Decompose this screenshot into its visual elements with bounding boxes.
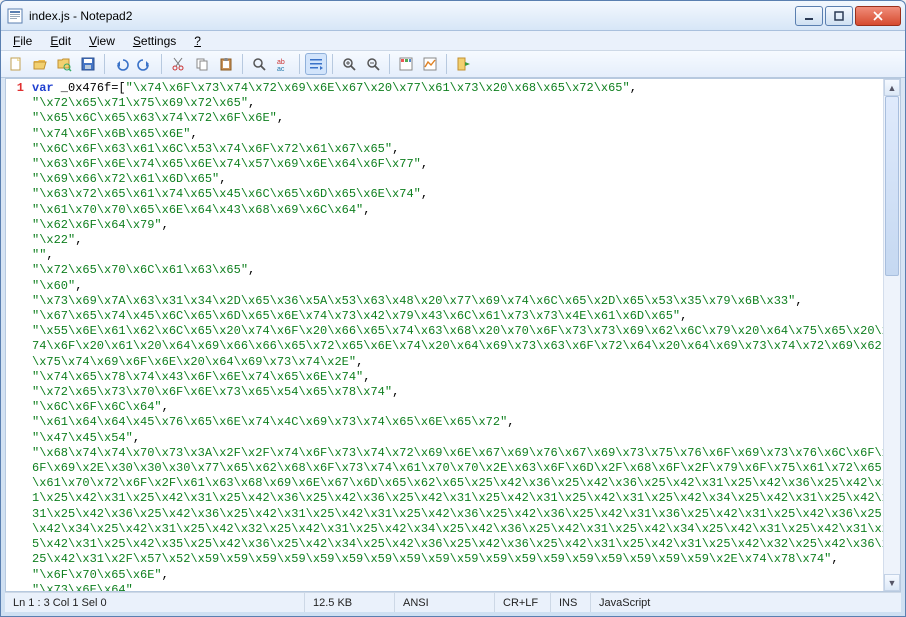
status-encoding[interactable]: ANSI (395, 593, 495, 612)
editor-area[interactable]: 1 var _0x476f=["\x74\x6F\x73\x74\x72\x69… (5, 78, 901, 592)
minimize-button[interactable] (795, 6, 823, 26)
code-content[interactable]: var _0x476f=["\x74\x6F\x73\x74\x72\x69\x… (28, 79, 900, 591)
paste-button[interactable] (215, 53, 237, 75)
scroll-down-button[interactable]: ▼ (884, 574, 900, 591)
exit-button[interactable] (452, 53, 474, 75)
scroll-track[interactable] (884, 96, 900, 574)
toolbar-sep-3 (242, 54, 243, 74)
scheme-button[interactable] (395, 53, 417, 75)
toolbar-sep-7 (446, 54, 447, 74)
vertical-scrollbar[interactable]: ▲ ▼ (883, 79, 900, 591)
find-button[interactable] (248, 53, 270, 75)
toolbar: abac (1, 51, 905, 78)
zoomin-button[interactable] (338, 53, 360, 75)
new-button[interactable] (5, 53, 27, 75)
status-language[interactable]: JavaScript (591, 593, 901, 612)
menubar: File Edit View Settings ? (1, 31, 905, 51)
close-button[interactable] (855, 6, 901, 26)
toolbar-sep-1 (104, 54, 105, 74)
svg-text:ab: ab (277, 59, 285, 66)
menu-view[interactable]: View (81, 33, 123, 49)
menu-edit[interactable]: Edit (42, 33, 79, 49)
titlebar: index.js - Notepad2 (1, 1, 905, 31)
toolbar-sep-4 (299, 54, 300, 74)
app-window: index.js - Notepad2 File Edit View Setti… (0, 0, 906, 617)
statusbar: Ln 1 : 3 Col 1 Sel 0 12.5 KB ANSI CR+LF … (5, 592, 901, 612)
customize-button[interactable] (419, 53, 441, 75)
maximize-button[interactable] (825, 6, 853, 26)
menu-view-rest: iew (97, 34, 115, 48)
open-button[interactable] (29, 53, 51, 75)
menu-settings-rest: ettings (141, 34, 176, 48)
status-position: Ln 1 : 3 Col 1 Sel 0 (5, 593, 305, 612)
menu-edit-rest: dit (58, 34, 71, 48)
undo-button[interactable] (110, 53, 132, 75)
scroll-thumb[interactable] (885, 96, 899, 276)
wordwrap-button[interactable] (305, 53, 327, 75)
window-buttons (795, 6, 901, 26)
svg-text:ac: ac (277, 66, 285, 72)
window-title: index.js - Notepad2 (29, 9, 795, 23)
toolbar-sep-2 (161, 54, 162, 74)
scroll-up-button[interactable]: ▲ (884, 79, 900, 96)
copy-button[interactable] (191, 53, 213, 75)
app-icon (7, 8, 23, 24)
menu-help[interactable]: ? (186, 33, 209, 49)
menu-file[interactable]: File (5, 33, 40, 49)
line-number-1: 1 (17, 81, 24, 95)
menu-file-rest: ile (20, 34, 32, 48)
status-insertmode[interactable]: INS (551, 593, 591, 612)
status-filesize: 12.5 KB (305, 593, 395, 612)
redo-button[interactable] (134, 53, 156, 75)
browse-button[interactable] (53, 53, 75, 75)
save-button[interactable] (77, 53, 99, 75)
menu-help-label: ? (194, 34, 201, 48)
zoomout-button[interactable] (362, 53, 384, 75)
cut-button[interactable] (167, 53, 189, 75)
menu-settings[interactable]: Settings (125, 33, 184, 49)
toolbar-sep-6 (389, 54, 390, 74)
status-eol[interactable]: CR+LF (495, 593, 551, 612)
toolbar-sep-5 (332, 54, 333, 74)
line-number-gutter: 1 (6, 79, 28, 591)
replace-button[interactable]: abac (272, 53, 294, 75)
